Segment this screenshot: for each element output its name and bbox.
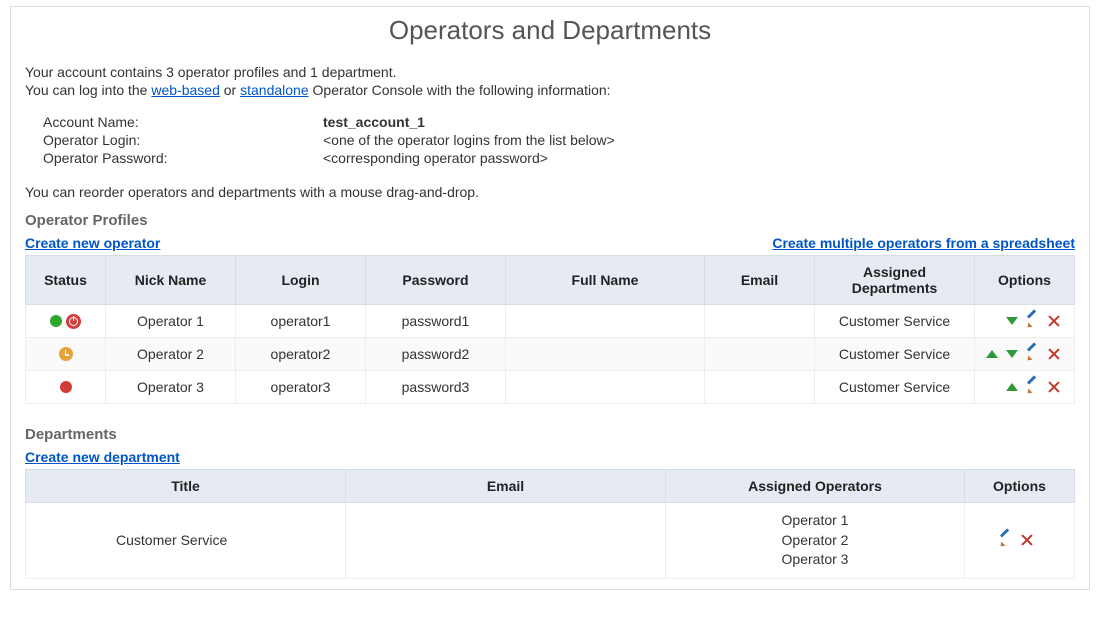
- cell-login: operator2: [236, 338, 366, 371]
- account-info: Account Name: test_account_1 Operator Lo…: [43, 114, 1075, 166]
- col-title: Title: [26, 470, 346, 503]
- edit-icon[interactable]: [1026, 380, 1040, 394]
- status-online-icon: [50, 315, 62, 327]
- assigned-op: Operator 3: [672, 550, 958, 570]
- account-name-label: Account Name:: [43, 114, 323, 130]
- departments-table: Title Email Assigned Operators Options C…: [25, 469, 1075, 579]
- delete-icon[interactable]: [1048, 381, 1060, 393]
- cell-assigned-ops: Operator 1 Operator 2 Operator 3: [666, 503, 965, 579]
- move-down-icon[interactable]: [1006, 317, 1018, 325]
- edit-icon[interactable]: [999, 533, 1013, 547]
- operator-login-label: Operator Login:: [43, 132, 323, 148]
- move-down-icon[interactable]: [1006, 350, 1018, 358]
- intro-text: You can log into the: [25, 82, 151, 98]
- account-name-row: Account Name: test_account_1: [43, 114, 1075, 130]
- operator-password-row: Operator Password: <corresponding operat…: [43, 150, 1075, 166]
- col-login: Login: [236, 256, 366, 305]
- cell-login: operator1: [236, 305, 366, 338]
- cell-fullname: [506, 371, 705, 404]
- intro-block: Your account contains 3 operator profile…: [25, 64, 1075, 98]
- web-based-link[interactable]: web-based: [151, 82, 220, 98]
- status-away-icon: [59, 347, 73, 361]
- col-fullname: Full Name: [506, 256, 705, 305]
- cell-dept-title: Customer Service: [26, 503, 346, 579]
- cell-password: password1: [366, 305, 506, 338]
- cell-password: password2: [366, 338, 506, 371]
- operator-password-value: <corresponding operator password>: [323, 150, 548, 166]
- create-operator-link[interactable]: Create new operator: [25, 235, 160, 251]
- cell-email: [705, 371, 815, 404]
- assigned-op: Operator 1: [672, 511, 958, 531]
- col-assigned-ops: Assigned Operators: [666, 470, 965, 503]
- cell-dept-email: [346, 503, 666, 579]
- standalone-link[interactable]: standalone: [240, 82, 309, 98]
- cell-email: [705, 305, 815, 338]
- move-up-icon[interactable]: [1006, 383, 1018, 391]
- operators-heading: Operator Profiles: [25, 212, 1075, 229]
- create-department-link[interactable]: Create new department: [25, 449, 180, 465]
- intro-line-1: Your account contains 3 operator profile…: [25, 64, 1075, 80]
- cell-password: password3: [366, 371, 506, 404]
- delete-icon[interactable]: [1048, 315, 1060, 327]
- edit-icon[interactable]: [1026, 347, 1040, 361]
- intro-text: Operator Console with the following info…: [309, 82, 611, 98]
- cell-fullname: [506, 338, 705, 371]
- cell-dept: Customer Service: [815, 338, 975, 371]
- cell-nick: Operator 2: [106, 338, 236, 371]
- delete-icon[interactable]: [1021, 534, 1033, 546]
- operator-password-label: Operator Password:: [43, 150, 323, 166]
- cell-dept: Customer Service: [815, 305, 975, 338]
- intro-line-2: You can log into the web-based or standa…: [25, 82, 1075, 98]
- account-name-value: test_account_1: [323, 114, 425, 130]
- page-title: Operators and Departments: [11, 15, 1089, 46]
- col-status: Status: [26, 256, 106, 305]
- operator-login-row: Operator Login: <one of the operator log…: [43, 132, 1075, 148]
- col-options: Options: [975, 256, 1075, 305]
- operator-row[interactable]: Operator 1 operator1 password1 Customer …: [26, 305, 1075, 338]
- cell-nick: Operator 3: [106, 371, 236, 404]
- delete-icon[interactable]: [1048, 348, 1060, 360]
- create-bulk-operators-link[interactable]: Create multiple operators from a spreads…: [772, 235, 1075, 251]
- intro-text: or: [220, 82, 240, 98]
- cell-email: [705, 338, 815, 371]
- departments-heading: Departments: [25, 426, 1075, 443]
- department-row[interactable]: Customer Service Operator 1 Operator 2 O…: [26, 503, 1075, 579]
- reorder-note: You can reorder operators and department…: [25, 184, 1075, 200]
- col-email: Email: [705, 256, 815, 305]
- move-up-icon[interactable]: [986, 350, 998, 358]
- col-nickname: Nick Name: [106, 256, 236, 305]
- col-email: Email: [346, 470, 666, 503]
- operators-table: Status Nick Name Login Password Full Nam…: [25, 255, 1075, 404]
- col-password: Password: [366, 256, 506, 305]
- cell-fullname: [506, 305, 705, 338]
- cell-login: operator3: [236, 371, 366, 404]
- operator-login-value: <one of the operator logins from the lis…: [323, 132, 615, 148]
- assigned-op: Operator 2: [672, 531, 958, 551]
- cell-nick: Operator 1: [106, 305, 236, 338]
- col-assigned-dept: Assigned Departments: [815, 256, 975, 305]
- operator-row[interactable]: Operator 3 operator3 password3 Customer …: [26, 371, 1075, 404]
- col-options: Options: [965, 470, 1075, 503]
- force-logout-icon[interactable]: [66, 314, 81, 329]
- status-offline-icon: [60, 381, 72, 393]
- edit-icon[interactable]: [1026, 314, 1040, 328]
- cell-dept: Customer Service: [815, 371, 975, 404]
- operator-row[interactable]: Operator 2 operator2 password2 Customer …: [26, 338, 1075, 371]
